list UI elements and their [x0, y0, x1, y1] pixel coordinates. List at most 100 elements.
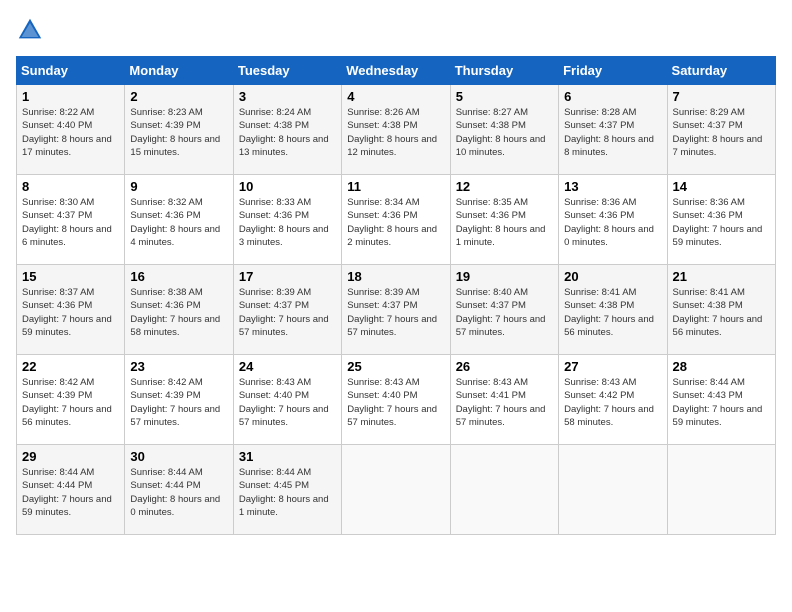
- day-info: Sunrise: 8:43 AM Sunset: 4:41 PM Dayligh…: [456, 377, 546, 428]
- calendar-cell: 27 Sunrise: 8:43 AM Sunset: 4:42 PM Dayl…: [559, 355, 667, 445]
- day-info: Sunrise: 8:41 AM Sunset: 4:38 PM Dayligh…: [564, 287, 654, 338]
- day-number: 29: [22, 449, 119, 464]
- day-number: 6: [564, 89, 661, 104]
- weekday-header-tuesday: Tuesday: [233, 57, 341, 85]
- calendar-cell: 6 Sunrise: 8:28 AM Sunset: 4:37 PM Dayli…: [559, 85, 667, 175]
- day-info: Sunrise: 8:38 AM Sunset: 4:36 PM Dayligh…: [130, 287, 220, 338]
- calendar-week-3: 15 Sunrise: 8:37 AM Sunset: 4:36 PM Dayl…: [17, 265, 776, 355]
- calendar-cell: 13 Sunrise: 8:36 AM Sunset: 4:36 PM Dayl…: [559, 175, 667, 265]
- day-number: 10: [239, 179, 336, 194]
- day-number: 16: [130, 269, 227, 284]
- day-number: 5: [456, 89, 553, 104]
- day-info: Sunrise: 8:39 AM Sunset: 4:37 PM Dayligh…: [239, 287, 329, 338]
- day-number: 22: [22, 359, 119, 374]
- calendar-cell: 29 Sunrise: 8:44 AM Sunset: 4:44 PM Dayl…: [17, 445, 125, 535]
- calendar-body: 1 Sunrise: 8:22 AM Sunset: 4:40 PM Dayli…: [17, 85, 776, 535]
- calendar-cell: 26 Sunrise: 8:43 AM Sunset: 4:41 PM Dayl…: [450, 355, 558, 445]
- logo-icon: [16, 16, 44, 44]
- day-info: Sunrise: 8:43 AM Sunset: 4:42 PM Dayligh…: [564, 377, 654, 428]
- weekday-header-saturday: Saturday: [667, 57, 775, 85]
- weekday-header-wednesday: Wednesday: [342, 57, 450, 85]
- day-number: 2: [130, 89, 227, 104]
- calendar-header: SundayMondayTuesdayWednesdayThursdayFrid…: [17, 57, 776, 85]
- day-number: 30: [130, 449, 227, 464]
- day-number: 23: [130, 359, 227, 374]
- day-number: 15: [22, 269, 119, 284]
- calendar-cell: 12 Sunrise: 8:35 AM Sunset: 4:36 PM Dayl…: [450, 175, 558, 265]
- day-info: Sunrise: 8:24 AM Sunset: 4:38 PM Dayligh…: [239, 107, 329, 158]
- day-number: 4: [347, 89, 444, 104]
- calendar-cell: 11 Sunrise: 8:34 AM Sunset: 4:36 PM Dayl…: [342, 175, 450, 265]
- day-info: Sunrise: 8:30 AM Sunset: 4:37 PM Dayligh…: [22, 197, 112, 248]
- day-info: Sunrise: 8:23 AM Sunset: 4:39 PM Dayligh…: [130, 107, 220, 158]
- calendar-cell: 24 Sunrise: 8:43 AM Sunset: 4:40 PM Dayl…: [233, 355, 341, 445]
- page-header: [16, 16, 776, 44]
- calendar-cell: 4 Sunrise: 8:26 AM Sunset: 4:38 PM Dayli…: [342, 85, 450, 175]
- weekday-header-thursday: Thursday: [450, 57, 558, 85]
- calendar-cell: [450, 445, 558, 535]
- day-number: 7: [673, 89, 770, 104]
- calendar-cell: 30 Sunrise: 8:44 AM Sunset: 4:44 PM Dayl…: [125, 445, 233, 535]
- weekday-header-monday: Monday: [125, 57, 233, 85]
- calendar-cell: [559, 445, 667, 535]
- day-number: 26: [456, 359, 553, 374]
- day-info: Sunrise: 8:36 AM Sunset: 4:36 PM Dayligh…: [673, 197, 763, 248]
- calendar-cell: 10 Sunrise: 8:33 AM Sunset: 4:36 PM Dayl…: [233, 175, 341, 265]
- day-info: Sunrise: 8:26 AM Sunset: 4:38 PM Dayligh…: [347, 107, 437, 158]
- day-info: Sunrise: 8:33 AM Sunset: 4:36 PM Dayligh…: [239, 197, 329, 248]
- calendar-week-5: 29 Sunrise: 8:44 AM Sunset: 4:44 PM Dayl…: [17, 445, 776, 535]
- day-number: 11: [347, 179, 444, 194]
- day-info: Sunrise: 8:40 AM Sunset: 4:37 PM Dayligh…: [456, 287, 546, 338]
- days-of-week-row: SundayMondayTuesdayWednesdayThursdayFrid…: [17, 57, 776, 85]
- day-info: Sunrise: 8:28 AM Sunset: 4:37 PM Dayligh…: [564, 107, 654, 158]
- day-number: 24: [239, 359, 336, 374]
- calendar-week-4: 22 Sunrise: 8:42 AM Sunset: 4:39 PM Dayl…: [17, 355, 776, 445]
- day-info: Sunrise: 8:34 AM Sunset: 4:36 PM Dayligh…: [347, 197, 437, 248]
- day-number: 18: [347, 269, 444, 284]
- day-info: Sunrise: 8:42 AM Sunset: 4:39 PM Dayligh…: [22, 377, 112, 428]
- calendar-cell: 25 Sunrise: 8:43 AM Sunset: 4:40 PM Dayl…: [342, 355, 450, 445]
- day-info: Sunrise: 8:43 AM Sunset: 4:40 PM Dayligh…: [347, 377, 437, 428]
- day-number: 13: [564, 179, 661, 194]
- day-info: Sunrise: 8:39 AM Sunset: 4:37 PM Dayligh…: [347, 287, 437, 338]
- weekday-header-sunday: Sunday: [17, 57, 125, 85]
- day-number: 12: [456, 179, 553, 194]
- day-number: 14: [673, 179, 770, 194]
- day-info: Sunrise: 8:44 AM Sunset: 4:45 PM Dayligh…: [239, 467, 329, 518]
- calendar-cell: 9 Sunrise: 8:32 AM Sunset: 4:36 PM Dayli…: [125, 175, 233, 265]
- logo: [16, 16, 48, 44]
- calendar-cell: [342, 445, 450, 535]
- day-number: 3: [239, 89, 336, 104]
- day-info: Sunrise: 8:29 AM Sunset: 4:37 PM Dayligh…: [673, 107, 763, 158]
- day-number: 25: [347, 359, 444, 374]
- calendar-cell: 17 Sunrise: 8:39 AM Sunset: 4:37 PM Dayl…: [233, 265, 341, 355]
- day-info: Sunrise: 8:44 AM Sunset: 4:44 PM Dayligh…: [130, 467, 220, 518]
- day-info: Sunrise: 8:32 AM Sunset: 4:36 PM Dayligh…: [130, 197, 220, 248]
- calendar-cell: 18 Sunrise: 8:39 AM Sunset: 4:37 PM Dayl…: [342, 265, 450, 355]
- calendar-cell: 2 Sunrise: 8:23 AM Sunset: 4:39 PM Dayli…: [125, 85, 233, 175]
- calendar-cell: 1 Sunrise: 8:22 AM Sunset: 4:40 PM Dayli…: [17, 85, 125, 175]
- day-info: Sunrise: 8:42 AM Sunset: 4:39 PM Dayligh…: [130, 377, 220, 428]
- calendar-cell: 3 Sunrise: 8:24 AM Sunset: 4:38 PM Dayli…: [233, 85, 341, 175]
- day-number: 17: [239, 269, 336, 284]
- day-number: 20: [564, 269, 661, 284]
- day-number: 21: [673, 269, 770, 284]
- calendar-cell: [667, 445, 775, 535]
- day-info: Sunrise: 8:41 AM Sunset: 4:38 PM Dayligh…: [673, 287, 763, 338]
- day-info: Sunrise: 8:44 AM Sunset: 4:43 PM Dayligh…: [673, 377, 763, 428]
- calendar-cell: 7 Sunrise: 8:29 AM Sunset: 4:37 PM Dayli…: [667, 85, 775, 175]
- calendar-cell: 19 Sunrise: 8:40 AM Sunset: 4:37 PM Dayl…: [450, 265, 558, 355]
- calendar-cell: 16 Sunrise: 8:38 AM Sunset: 4:36 PM Dayl…: [125, 265, 233, 355]
- day-info: Sunrise: 8:37 AM Sunset: 4:36 PM Dayligh…: [22, 287, 112, 338]
- calendar-week-2: 8 Sunrise: 8:30 AM Sunset: 4:37 PM Dayli…: [17, 175, 776, 265]
- day-info: Sunrise: 8:22 AM Sunset: 4:40 PM Dayligh…: [22, 107, 112, 158]
- calendar-cell: 14 Sunrise: 8:36 AM Sunset: 4:36 PM Dayl…: [667, 175, 775, 265]
- calendar-cell: 22 Sunrise: 8:42 AM Sunset: 4:39 PM Dayl…: [17, 355, 125, 445]
- day-number: 27: [564, 359, 661, 374]
- day-number: 1: [22, 89, 119, 104]
- day-number: 9: [130, 179, 227, 194]
- day-number: 19: [456, 269, 553, 284]
- day-info: Sunrise: 8:43 AM Sunset: 4:40 PM Dayligh…: [239, 377, 329, 428]
- calendar-cell: 8 Sunrise: 8:30 AM Sunset: 4:37 PM Dayli…: [17, 175, 125, 265]
- calendar-cell: 5 Sunrise: 8:27 AM Sunset: 4:38 PM Dayli…: [450, 85, 558, 175]
